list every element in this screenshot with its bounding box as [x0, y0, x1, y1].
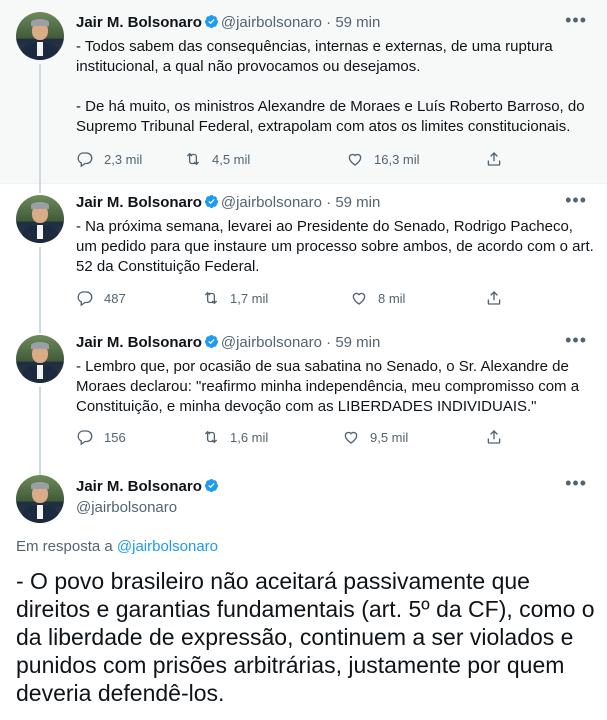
share-icon: [487, 291, 501, 305]
reply-count: 487: [104, 290, 126, 306]
author-name[interactable]: Jair M. Bolsonaro: [76, 194, 202, 211]
verified-badge-icon: [204, 194, 218, 209]
retweet-icon: [204, 291, 218, 305]
timestamp[interactable]: · 59 min: [326, 14, 380, 31]
thread-line: [39, 323, 41, 333]
heart-icon: [352, 292, 366, 305]
reply-count: 156: [104, 429, 126, 445]
like-count: 9,5 mil: [370, 429, 409, 445]
thread-line: [39, 247, 41, 323]
retweet-count: 1,6 mil: [230, 429, 269, 445]
retweet-button[interactable]: 1,7 mil: [202, 289, 268, 307]
reply-prefix: Em resposta a: [16, 538, 113, 555]
tweet-header: Jair M. Bolsonaro @jairbolsonaro · 59 min: [76, 14, 380, 31]
reply-count: 2,3 mil: [104, 151, 143, 167]
more-icon[interactable]: •••: [565, 10, 587, 31]
retweet-count: 4,5 mil: [212, 151, 251, 167]
tweet-2[interactable]: Jair M. Bolsonaro @jairbolsonaro · 59 min…: [0, 183, 607, 323]
tweet-3[interactable]: Jair M. Bolsonaro @jairbolsonaro · 59 min…: [0, 323, 607, 463]
like-button[interactable]: 8 mil: [350, 289, 405, 307]
tweet-1[interactable]: Jair M. Bolsonaro @jairbolsonaro · 59 min…: [0, 0, 607, 183]
author-handle-row: @jairbolsonaro: [76, 499, 177, 516]
main-tweet[interactable]: Jair M. Bolsonaro @jairbolsonaro ••• Em …: [0, 463, 607, 720]
verified-badge-icon: [204, 334, 218, 349]
like-count: 8 mil: [378, 290, 406, 306]
timestamp[interactable]: · 59 min: [326, 334, 380, 351]
reply-button[interactable]: 487: [76, 289, 126, 307]
share-button[interactable]: [485, 428, 513, 446]
reply-button[interactable]: 156: [76, 428, 126, 446]
share-button[interactable]: [485, 289, 513, 307]
tweet-text: - Todos sabem das consequências, interna…: [76, 38, 585, 135]
author-name[interactable]: Jair M. Bolsonaro: [76, 478, 202, 495]
more-icon[interactable]: •••: [565, 190, 587, 211]
main-tweet-text: - O povo brasileiro não aceitará passiva…: [16, 568, 595, 706]
tweet-header: Jair M. Bolsonaro: [76, 478, 221, 495]
avatar[interactable]: [16, 12, 64, 60]
tweet-text: - Na próxima semana, levarei ao Presiden…: [76, 218, 594, 275]
reply-button[interactable]: 2,3 mil: [76, 150, 142, 168]
more-icon[interactable]: •••: [565, 330, 587, 351]
more-icon[interactable]: •••: [565, 473, 587, 494]
retweet-icon: [204, 430, 218, 444]
reply-context: Em resposta a @jairbolsonaro: [16, 538, 218, 555]
thread-line: [39, 387, 41, 463]
retweet-button[interactable]: 4,5 mil: [184, 150, 250, 168]
thread-line: [39, 64, 41, 183]
avatar[interactable]: [16, 475, 64, 523]
retweet-count: 1,7 mil: [230, 290, 269, 306]
tweet-actions: 2,3 mil 4,5 mil 16,3 mil: [76, 150, 516, 170]
timestamp[interactable]: · 59 min: [326, 194, 380, 211]
author-handle[interactable]: @jairbolsonaro: [76, 499, 177, 516]
reply-icon: [77, 430, 93, 446]
author-handle[interactable]: @jairbolsonaro: [221, 194, 322, 211]
heart-icon: [348, 153, 362, 166]
tweet-text: - Lembro que, por ocasião de sua sabatin…: [76, 358, 580, 415]
avatar[interactable]: [16, 195, 64, 243]
share-icon: [487, 152, 501, 166]
share-icon: [487, 430, 501, 444]
thread-line: [39, 463, 41, 475]
author-name[interactable]: Jair M. Bolsonaro: [76, 14, 202, 31]
thread-line: [39, 183, 41, 193]
tweet-actions: 487 1,7 mil 8 mil: [76, 289, 516, 309]
tweet-actions: 156 1,6 mil 9,5 mil: [76, 428, 516, 448]
retweet-icon: [186, 152, 200, 166]
reply-to-link[interactable]: @jairbolsonaro: [117, 538, 218, 555]
like-button[interactable]: 9,5 mil: [342, 428, 408, 446]
author-name[interactable]: Jair M. Bolsonaro: [76, 334, 202, 351]
verified-badge-icon: [204, 14, 218, 29]
retweet-button[interactable]: 1,6 mil: [202, 428, 268, 446]
share-button[interactable]: [485, 150, 513, 168]
avatar[interactable]: [16, 335, 64, 383]
author-handle[interactable]: @jairbolsonaro: [221, 334, 322, 351]
heart-icon: [344, 431, 358, 444]
reply-icon: [77, 152, 93, 168]
like-count: 16,3 mil: [374, 151, 420, 167]
author-handle[interactable]: @jairbolsonaro: [221, 14, 322, 31]
verified-badge-icon: [204, 478, 218, 493]
tweet-header: Jair M. Bolsonaro @jairbolsonaro · 59 min: [76, 334, 380, 351]
tweet-header: Jair M. Bolsonaro @jairbolsonaro · 59 min: [76, 194, 380, 211]
like-button[interactable]: 16,3 mil: [346, 150, 420, 168]
reply-icon: [77, 291, 93, 307]
